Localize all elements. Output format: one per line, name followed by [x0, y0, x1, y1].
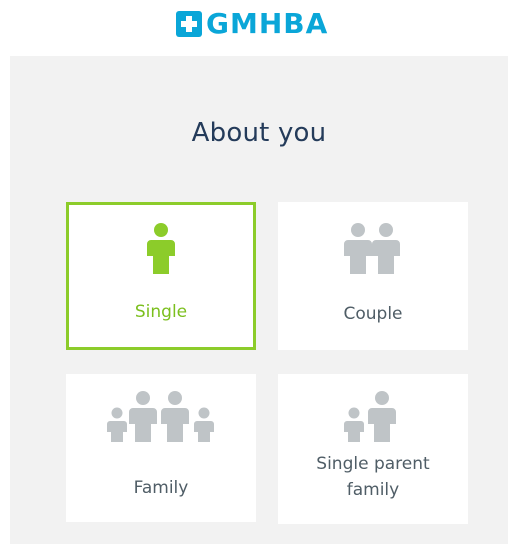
couple-icon — [344, 223, 400, 274]
option-label: Couple — [343, 304, 403, 324]
page-title: About you — [191, 118, 327, 148]
option-label-line2: family — [346, 480, 400, 500]
brand-name: GMHBA — [206, 7, 329, 40]
option-single-parent-family[interactable]: Single parent family — [278, 374, 468, 524]
cross-logo-icon — [176, 11, 202, 37]
option-label: Single — [134, 302, 188, 322]
option-label: Family — [133, 478, 189, 498]
header: GMHBA — [0, 0, 516, 56]
family-icon — [107, 391, 214, 442]
option-couple[interactable]: Couple — [278, 202, 468, 350]
single-parent-icon — [344, 391, 396, 442]
option-single[interactable]: Single — [66, 202, 256, 350]
option-family[interactable]: Family — [66, 374, 256, 522]
option-label-line1: Single parent — [316, 454, 430, 474]
about-you-panel: About you Single Couple Family Single pa… — [10, 56, 508, 544]
brand-logo[interactable]: GMHBA — [176, 6, 328, 42]
single-person-icon — [147, 223, 175, 274]
